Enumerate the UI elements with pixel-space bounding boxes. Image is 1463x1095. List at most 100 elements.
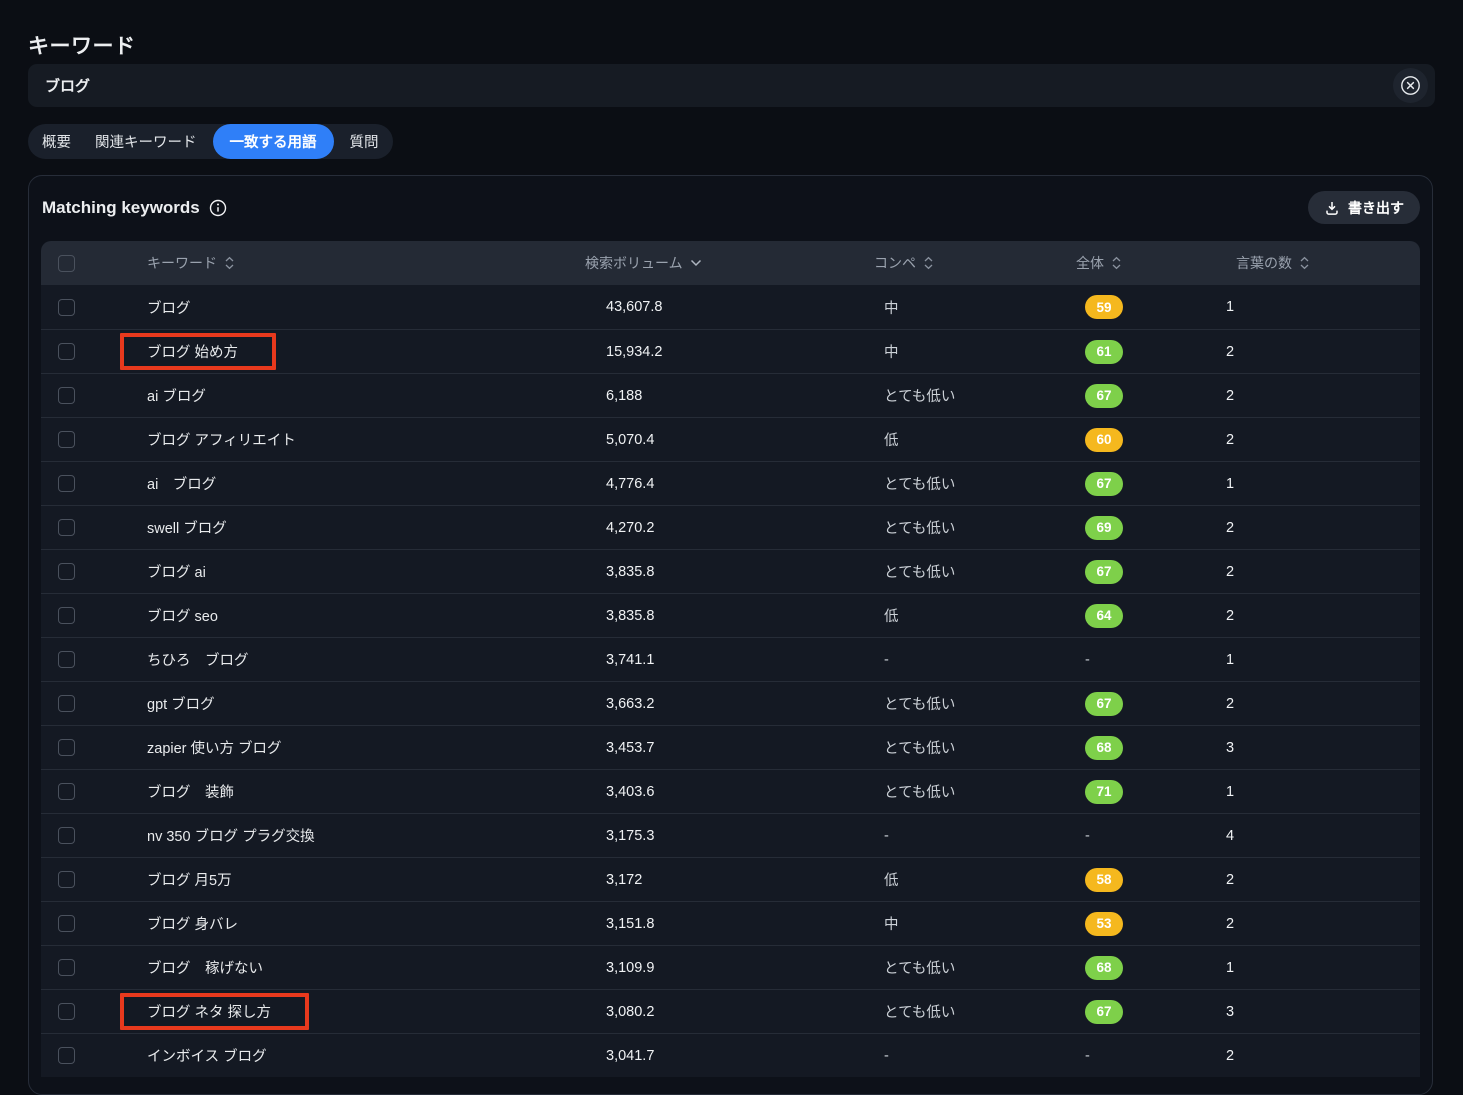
row-checkbox[interactable]: [58, 563, 75, 580]
table-row: ブログ ネタ 探し方 3,080.2 とても低い 67 3: [41, 989, 1420, 1033]
row-checkbox[interactable]: [58, 915, 75, 932]
overall-score-badge: -: [1085, 1047, 1090, 1064]
table-row: ai ブログ 4,776.4 とても低い 67 1: [41, 461, 1420, 505]
select-all-checkbox[interactable]: [58, 254, 75, 272]
row-checkbox[interactable]: [58, 871, 75, 888]
matching-keywords-panel: Matching keywords 書き出す キーワード 検索ボリューム コンペ…: [28, 175, 1433, 1095]
panel-header: Matching keywords 書き出す: [41, 191, 1420, 224]
column-header-word-count[interactable]: 言葉の数: [1236, 253, 1310, 273]
word-count-value: 2: [1226, 695, 1235, 712]
export-button[interactable]: 書き出す: [1308, 191, 1420, 224]
keyword-link[interactable]: ブログ 稼げない: [147, 957, 263, 978]
table-row: インボイス ブログ 3,041.7 - - 2: [41, 1033, 1420, 1077]
word-count-value: 2: [1226, 607, 1235, 624]
overall-score-badge: 68: [1085, 735, 1123, 760]
search-volume-value: 3,080.2: [606, 1003, 655, 1020]
table-row: ブログ 身バレ 3,151.8 中 53 2: [41, 901, 1420, 945]
table-row: ブログ seo 3,835.8 低 64 2: [41, 593, 1420, 637]
competition-value: -: [884, 651, 889, 668]
table-row: ブログ 装飾 3,403.6 とても低い 71 1: [41, 769, 1420, 813]
clear-search-button[interactable]: [1393, 68, 1428, 103]
competition-value: とても低い: [884, 565, 956, 581]
table-row: ブログ ai 3,835.8 とても低い 67 2: [41, 549, 1420, 593]
keyword-link[interactable]: ブログ 身バレ: [147, 913, 238, 934]
table-header-row: キーワード 検索ボリューム コンペ 全体 言葉の数: [41, 241, 1420, 285]
chevron-down-icon: [690, 259, 701, 267]
search-volume-value: 6,188: [606, 387, 643, 404]
column-header-keyword[interactable]: キーワード: [147, 253, 235, 273]
tab-matching-terms[interactable]: 一致する用語: [212, 124, 334, 159]
info-circle-icon[interactable]: [209, 199, 227, 217]
search-volume-value: 3,151.8: [606, 915, 655, 932]
row-checkbox[interactable]: [58, 298, 75, 316]
competition-value: -: [884, 1047, 889, 1064]
overall-score-badge: 67: [1085, 383, 1123, 408]
row-checkbox[interactable]: [58, 651, 75, 668]
row-checkbox[interactable]: [58, 1047, 75, 1064]
row-checkbox[interactable]: [58, 607, 75, 624]
overall-score-badge: -: [1085, 651, 1090, 668]
word-count-value: 2: [1226, 915, 1235, 932]
tab-related-keywords[interactable]: 関連キーワード: [95, 131, 197, 152]
keyword-link[interactable]: nv 350 ブログ プラグ交換: [147, 825, 315, 846]
word-count-value: 1: [1226, 299, 1235, 315]
column-header-search-volume[interactable]: 検索ボリューム: [585, 253, 702, 273]
keyword-link[interactable]: ちひろ ブログ: [147, 649, 249, 670]
tab-questions[interactable]: 質問: [350, 131, 379, 152]
row-checkbox[interactable]: [58, 959, 75, 976]
table-body: ブログ 43,607.8 中 59 1 ブログ 始め方 15,934.2 中 6…: [41, 285, 1420, 1077]
search-volume-value: 3,663.2: [606, 695, 655, 712]
keyword-link[interactable]: ブログ 月5万: [147, 869, 232, 890]
search-volume-value: 3,453.7: [606, 739, 655, 756]
keyword-link[interactable]: ブログ 始め方: [120, 333, 277, 370]
competition-value: 低: [884, 609, 899, 625]
competition-value: とても低い: [884, 477, 956, 493]
row-checkbox[interactable]: [58, 343, 75, 360]
overall-score-badge: -: [1085, 827, 1090, 844]
sort-both-icon: [1300, 256, 1309, 270]
keyword-link[interactable]: swell ブログ: [147, 517, 227, 538]
overall-score-badge: 67: [1085, 691, 1123, 716]
column-header-overall[interactable]: 全体: [1076, 253, 1122, 273]
sort-both-icon: [1112, 256, 1121, 270]
export-button-label: 書き出す: [1348, 199, 1404, 216]
word-count-value: 2: [1226, 343, 1235, 360]
table-row: ai ブログ 6,188 とても低い 67 2: [41, 373, 1420, 417]
table-row: swell ブログ 4,270.2 とても低い 69 2: [41, 505, 1420, 549]
keyword-search-input[interactable]: ブログ: [28, 64, 1435, 107]
row-checkbox[interactable]: [58, 695, 75, 712]
search-volume-value: 3,109.9: [606, 959, 655, 976]
keyword-link[interactable]: zapier 使い方 ブログ: [147, 737, 282, 758]
keyword-link[interactable]: ブログ seo: [147, 605, 218, 626]
keyword-link[interactable]: ブログ ネタ 探し方: [120, 993, 310, 1030]
tab-overview[interactable]: 概要: [42, 131, 71, 152]
keyword-link[interactable]: ai ブログ: [147, 473, 216, 494]
word-count-value: 3: [1226, 1003, 1235, 1020]
row-checkbox[interactable]: [58, 827, 75, 844]
row-checkbox[interactable]: [58, 783, 75, 800]
keyword-link[interactable]: ブログ: [147, 297, 191, 318]
panel-title: Matching keywords: [42, 197, 200, 217]
row-checkbox[interactable]: [58, 519, 75, 536]
keyword-link[interactable]: ブログ 装飾: [147, 781, 234, 802]
overall-score-badge: 60: [1085, 427, 1123, 452]
word-count-value: 2: [1226, 563, 1235, 580]
overall-score-badge: 53: [1085, 911, 1123, 936]
row-checkbox[interactable]: [58, 431, 75, 448]
competition-value: とても低い: [884, 741, 956, 757]
search-volume-value: 15,934.2: [606, 343, 663, 360]
row-checkbox[interactable]: [58, 739, 75, 756]
row-checkbox[interactable]: [58, 387, 75, 404]
row-checkbox[interactable]: [58, 475, 75, 492]
keyword-link[interactable]: ai ブログ: [147, 385, 206, 406]
row-checkbox[interactable]: [58, 1003, 75, 1020]
overall-score-badge: 69: [1085, 515, 1123, 540]
column-header-competition[interactable]: コンペ: [874, 253, 934, 273]
keyword-link[interactable]: gpt ブログ: [147, 693, 215, 714]
keyword-link[interactable]: インボイス ブログ: [147, 1045, 267, 1066]
search-volume-value: 3,835.8: [606, 607, 655, 624]
table-row: ブログ 始め方 15,934.2 中 61 2: [41, 329, 1420, 373]
keyword-link[interactable]: ブログ ai: [147, 561, 206, 582]
table-row: ブログ アフィリエイト 5,070.4 低 60 2: [41, 417, 1420, 461]
keyword-link[interactable]: ブログ アフィリエイト: [147, 429, 296, 450]
